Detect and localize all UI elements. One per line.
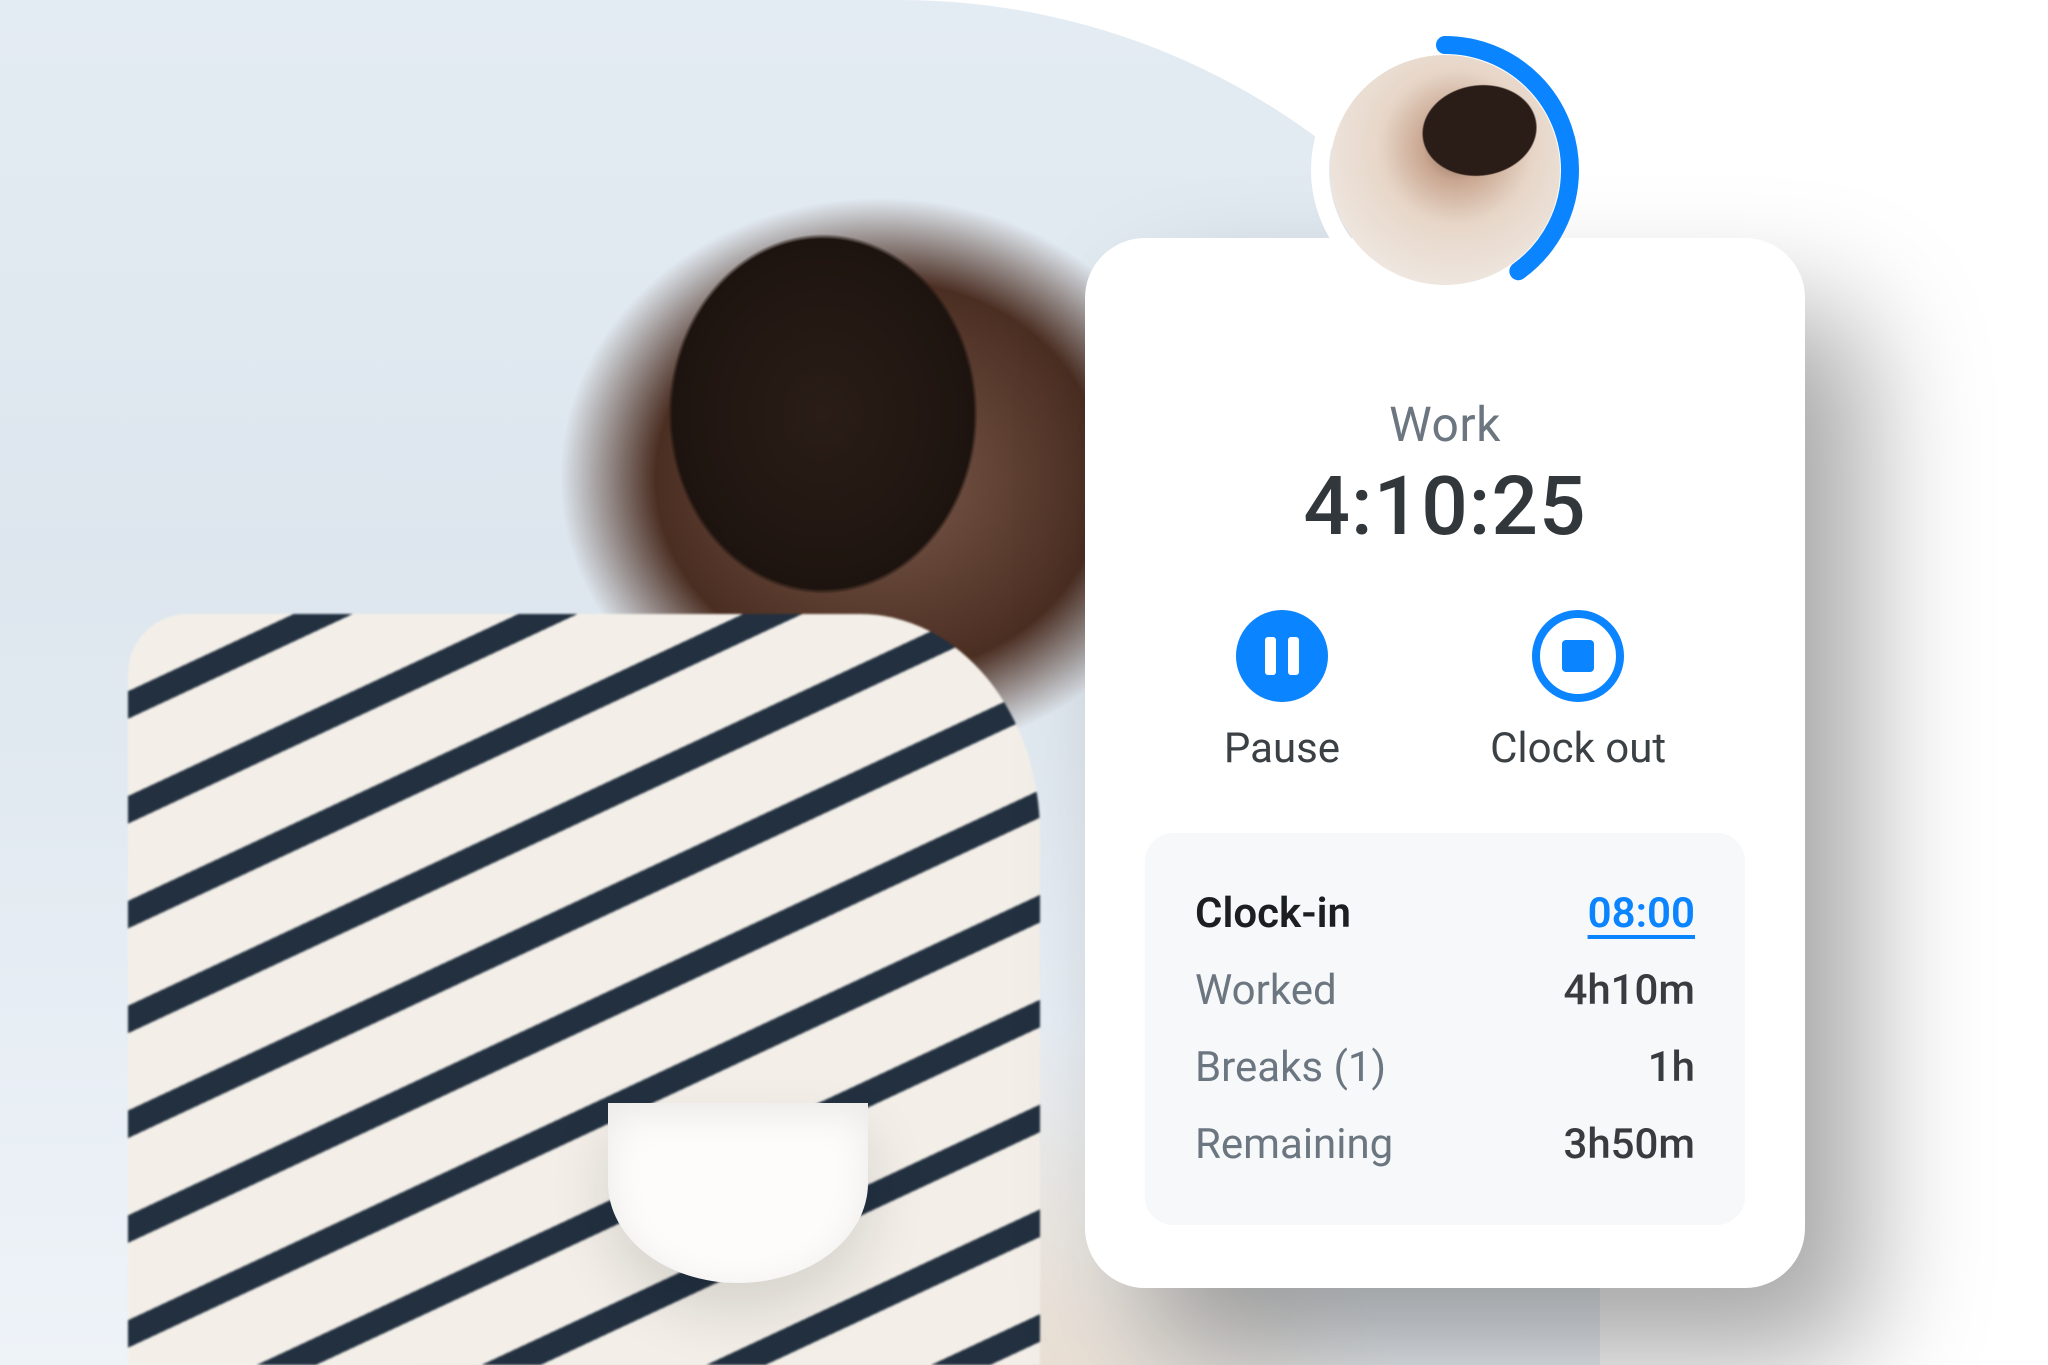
time-tracking-card: Work 4:10:25 Pause Clock out Clock-in 08… — [1085, 238, 1805, 1288]
timer-value: 4:10:25 — [1303, 459, 1586, 555]
avatar — [1330, 55, 1560, 285]
stop-icon — [1532, 610, 1624, 702]
label-clock-in: Clock-in — [1195, 889, 1351, 938]
stats-panel: Clock-in 08:00 Worked 4h10m Breaks (1) 1… — [1145, 833, 1745, 1225]
photo-head — [608, 164, 1038, 664]
status-label: Work — [1389, 396, 1501, 453]
row-breaks: Breaks (1) 1h — [1195, 1029, 1695, 1106]
clock-out-label: Clock out — [1490, 724, 1666, 773]
pause-icon — [1236, 610, 1328, 702]
label-worked: Worked — [1195, 966, 1337, 1015]
pause-label: Pause — [1224, 724, 1340, 773]
row-clock-in: Clock-in 08:00 — [1195, 875, 1695, 952]
row-remaining: Remaining 3h50m — [1195, 1106, 1695, 1183]
pause-button[interactable]: Pause — [1224, 610, 1340, 773]
value-worked: 4h10m — [1563, 966, 1695, 1015]
avatar-progress — [1310, 35, 1580, 305]
value-breaks: 1h — [1648, 1043, 1695, 1092]
label-breaks: Breaks (1) — [1195, 1043, 1386, 1092]
photo-torso — [128, 614, 1040, 1365]
row-worked: Worked 4h10m — [1195, 952, 1695, 1029]
clock-out-button[interactable]: Clock out — [1490, 610, 1666, 773]
controls-row: Pause Clock out — [1224, 610, 1666, 773]
value-clock-in[interactable]: 08:00 — [1588, 889, 1695, 938]
label-remaining: Remaining — [1195, 1120, 1393, 1169]
value-remaining: 3h50m — [1563, 1120, 1695, 1169]
